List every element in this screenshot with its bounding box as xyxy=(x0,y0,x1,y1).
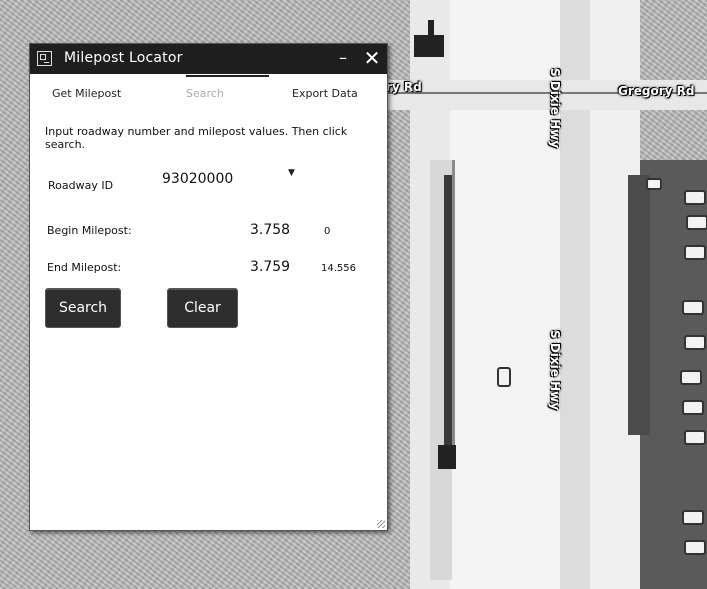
tab-search[interactable]: Search xyxy=(186,87,224,100)
structure xyxy=(438,445,456,469)
parked-car xyxy=(684,430,706,445)
parked-car xyxy=(684,335,706,350)
end-milepost-label: End Milepost: xyxy=(47,261,122,274)
clear-button[interactable]: Clear xyxy=(167,288,238,328)
tab-get-milepost[interactable]: Get Milepost xyxy=(52,87,121,100)
parked-car xyxy=(684,540,706,555)
close-button[interactable]: ✕ xyxy=(362,47,382,69)
minimize-button[interactable]: – xyxy=(335,49,351,67)
end-milepost-input[interactable]: 3.759 xyxy=(250,259,290,275)
resize-handle[interactable] xyxy=(377,520,385,528)
lane-divider xyxy=(452,160,455,460)
parked-car xyxy=(682,510,704,525)
roadway-id-select[interactable]: 93020000 xyxy=(162,171,233,187)
search-button[interactable]: Search xyxy=(45,288,121,328)
panel-titlebar[interactable]: Milepost Locator – ✕ xyxy=(30,44,387,74)
active-tab-indicator xyxy=(186,75,269,77)
parked-car xyxy=(684,190,706,205)
begin-milepost-label: Begin Milepost: xyxy=(47,224,132,237)
app-icon xyxy=(37,51,52,66)
parked-car xyxy=(686,215,707,230)
parked-car xyxy=(682,300,704,315)
road-car xyxy=(497,367,511,387)
map-label-dixie-hwy-mid: S Dixie Hwy xyxy=(548,330,562,411)
parked-car xyxy=(680,370,702,385)
map-label-gregory-rd-left: ry Rd xyxy=(386,80,422,94)
building xyxy=(628,175,650,435)
milepost-locator-panel: Milepost Locator – ✕ Get Milepost Search… xyxy=(29,43,388,531)
structure xyxy=(428,20,434,40)
parked-car xyxy=(682,400,704,415)
parked-car xyxy=(684,245,706,260)
instructions-text: Input roadway number and milepost values… xyxy=(45,125,348,151)
end-milepost-max: 14.556 xyxy=(321,263,356,274)
parked-car xyxy=(646,178,662,190)
begin-milepost-min: 0 xyxy=(324,226,331,237)
map-label-gregory-rd-right: Gregory Rd xyxy=(618,84,695,98)
tab-export-data[interactable]: Export Data xyxy=(292,87,358,100)
shadow-strip xyxy=(444,175,452,455)
panel-title: Milepost Locator xyxy=(64,50,183,66)
begin-milepost-input[interactable]: 3.758 xyxy=(250,222,290,238)
chevron-down-icon[interactable]: ▼ xyxy=(288,168,295,178)
map-label-dixie-hwy-top: S Dixie Hwy xyxy=(548,68,562,149)
roadway-id-label: Roadway ID xyxy=(48,179,114,192)
tab-bar: Get Milepost Search Export Data xyxy=(30,74,387,102)
